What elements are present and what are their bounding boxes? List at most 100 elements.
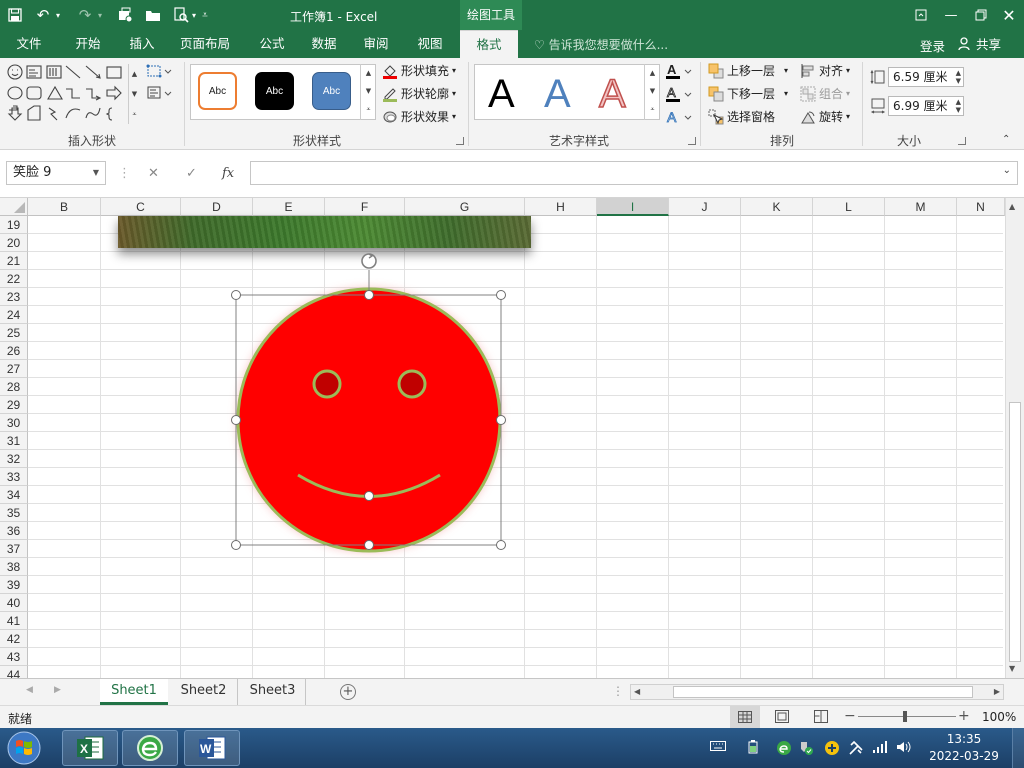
shape-style-black-fill[interactable]: Abc	[255, 72, 294, 110]
column-header[interactable]: B	[28, 198, 101, 216]
row-header[interactable]: 20	[0, 234, 28, 252]
row-header[interactable]: 23	[0, 288, 28, 306]
redo-dropdown-icon[interactable]: ▾	[94, 0, 106, 30]
row-header[interactable]: 36	[0, 522, 28, 540]
scroll-up-arrow[interactable]: ▲	[1009, 202, 1015, 211]
redo-icon[interactable]: ↷	[74, 0, 96, 30]
battery-icon[interactable]	[748, 740, 758, 757]
sign-in-link[interactable]: 登录	[920, 36, 945, 55]
wordart-style-red-outline[interactable]: A	[598, 71, 626, 117]
network-signal-icon[interactable]	[872, 740, 888, 757]
tab-formulas[interactable]: 公式	[246, 30, 298, 58]
add-sheet-button[interactable]: +	[340, 684, 356, 700]
chevron-down-icon[interactable]: ▼	[93, 162, 99, 184]
worksheet-grid[interactable]: B C D E F G H I J K L M N 19 20 21 22 23…	[0, 198, 1024, 678]
group-button[interactable]: 组合 ▾	[800, 85, 850, 102]
wordart-style-blue[interactable]: A	[544, 72, 571, 117]
row-header[interactable]: 26	[0, 342, 28, 360]
row-header[interactable]: 22	[0, 270, 28, 288]
resize-handle-nw[interactable]	[231, 290, 241, 300]
tell-me-search[interactable]: ♡ 告诉我您想要做什么...	[534, 36, 668, 53]
shape-styles-scroll[interactable]: ▲ ▼ ⩡	[360, 64, 376, 120]
resize-handle-w[interactable]	[231, 415, 241, 425]
scroll-sheets-right-icon[interactable]: ▶	[54, 685, 61, 695]
tab-format[interactable]: 格式	[460, 30, 518, 58]
sheet-tab-sheet1[interactable]: Sheet1	[100, 679, 168, 705]
shape-style-orange-outline[interactable]: Abc	[198, 72, 237, 110]
row-header[interactable]: 21	[0, 252, 28, 270]
row-header[interactable]: 24	[0, 306, 28, 324]
scroll-right-arrow[interactable]: ▶	[994, 687, 1000, 696]
copy-format-icon[interactable]	[112, 0, 138, 30]
rotate-button[interactable]: 旋转 ▾	[800, 108, 850, 125]
tab-file[interactable]: 文件	[0, 30, 58, 58]
row-header[interactable]: 42	[0, 630, 28, 648]
undo-icon[interactable]: ↶	[32, 0, 54, 30]
tab-data[interactable]: 数据	[298, 30, 350, 58]
taskbar-browser-button[interactable]	[122, 730, 178, 766]
page-break-view-button[interactable]	[814, 710, 828, 726]
formula-input[interactable]: ⌄	[250, 161, 1018, 185]
restore-icon[interactable]	[966, 0, 996, 30]
row-header[interactable]: 35	[0, 504, 28, 522]
row-header[interactable]: 19	[0, 216, 28, 234]
customize-toolbar-icon[interactable]: ⩡	[198, 0, 212, 30]
wordart-style-black[interactable]: A	[488, 72, 515, 117]
normal-view-button[interactable]	[730, 706, 760, 728]
row-header[interactable]: 40	[0, 594, 28, 612]
open-folder-icon[interactable]	[140, 0, 166, 30]
row-header[interactable]: 39	[0, 576, 28, 594]
scroll-down-arrow[interactable]: ▼	[1009, 664, 1015, 673]
resize-handle-ne[interactable]	[496, 290, 506, 300]
row-header[interactable]: 38	[0, 558, 28, 576]
save-icon[interactable]	[2, 0, 28, 30]
shield-check-icon[interactable]	[798, 740, 814, 759]
row-header[interactable]: 27	[0, 360, 28, 378]
row-header[interactable]: 29	[0, 396, 28, 414]
resize-handle-n[interactable]	[364, 290, 374, 300]
shape-style-blue-fill[interactable]: Abc	[312, 72, 351, 110]
text-fill-button[interactable]: A	[664, 62, 692, 84]
rotate-handle-icon[interactable]	[361, 253, 377, 269]
tray-tool-icon[interactable]	[848, 740, 864, 759]
column-header[interactable]: C	[101, 198, 181, 216]
select-all-corner[interactable]	[0, 198, 28, 216]
text-effects-button[interactable]: A	[664, 108, 692, 129]
volume-icon[interactable]	[896, 740, 912, 757]
zoom-in-button[interactable]: +	[958, 708, 970, 724]
start-button[interactable]	[2, 729, 46, 767]
column-header-selected[interactable]: I	[597, 198, 669, 216]
sheet-tab-sheet3[interactable]: Sheet3	[240, 679, 306, 705]
tab-split-handle-icon[interactable]: ⋮	[612, 684, 624, 698]
smiley-face-shape[interactable]	[226, 250, 516, 560]
tab-insert[interactable]: 插入	[116, 30, 168, 58]
clock[interactable]: 13:35 2022-03-29	[926, 731, 1002, 765]
zoom-slider[interactable]	[858, 711, 956, 722]
edit-shape-icon[interactable]	[146, 64, 172, 81]
horizontal-scroll-thumb[interactable]	[673, 686, 973, 698]
vertical-scrollbar[interactable]: ▲ ▼	[1005, 198, 1024, 678]
column-header[interactable]: F	[325, 198, 405, 216]
vertical-scroll-thumb[interactable]	[1009, 402, 1021, 662]
tray-add-icon[interactable]	[824, 740, 840, 759]
insert-shapes-gallery[interactable]	[4, 62, 140, 126]
tab-home[interactable]: 开始	[62, 30, 114, 58]
bring-forward-button[interactable]: 上移一层 ▾	[708, 62, 788, 79]
shape-styles-dialog-launcher-icon[interactable]	[456, 137, 464, 145]
column-header[interactable]: N	[957, 198, 1005, 216]
scroll-sheets-left-icon[interactable]: ◀	[26, 685, 33, 695]
text-box-icon[interactable]	[146, 86, 172, 103]
size-dialog-launcher-icon[interactable]	[958, 137, 966, 145]
selection-pane-button[interactable]: 选择窗格	[708, 108, 775, 125]
shape-outline-button[interactable]: 形状轮廓 ▾	[382, 85, 456, 102]
insert-function-icon[interactable]: fx	[222, 166, 234, 181]
resize-handle-se[interactable]	[496, 540, 506, 550]
resize-handle-sw[interactable]	[231, 540, 241, 550]
column-header[interactable]: K	[741, 198, 813, 216]
scroll-left-arrow[interactable]: ◀	[634, 687, 640, 696]
taskbar-excel-button[interactable]: X	[62, 730, 118, 766]
smile-adjust-handle[interactable]	[364, 491, 374, 501]
row-header[interactable]: 31	[0, 432, 28, 450]
shapes-gallery-scroll[interactable]: ▲ ▼ ⩡	[128, 64, 140, 124]
shape-fill-button[interactable]: 形状填充 ▾	[382, 62, 456, 79]
